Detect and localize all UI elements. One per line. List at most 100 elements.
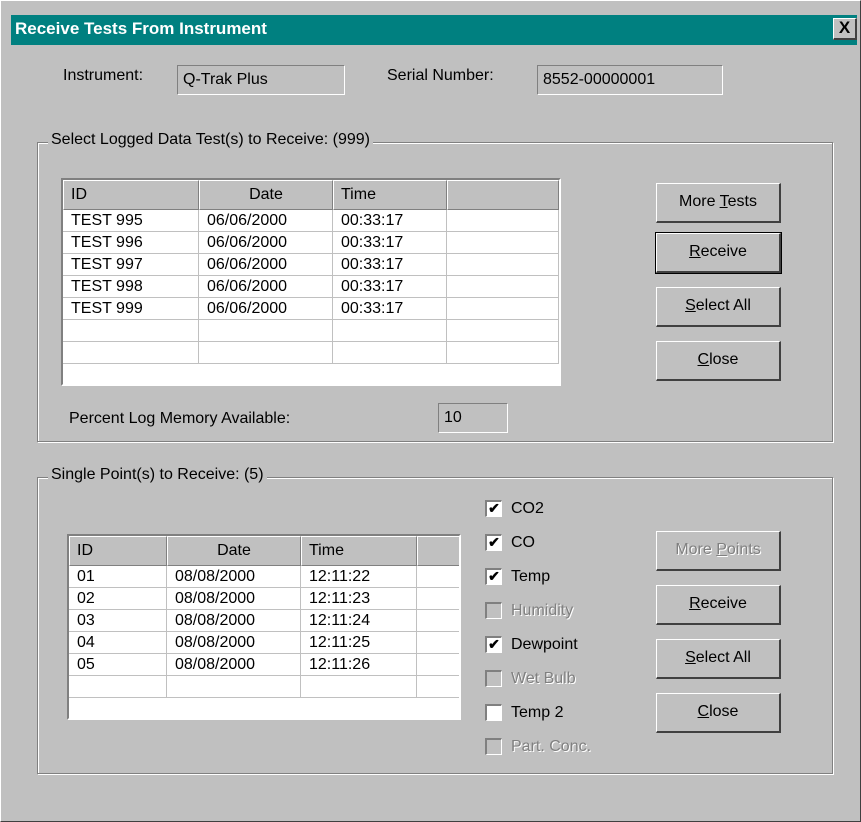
table-cell: 00:33:17	[333, 298, 447, 320]
column-header-id[interactable]: ID	[69, 536, 167, 566]
table-row[interactable]	[69, 676, 459, 698]
table-cell: 00:33:17	[333, 254, 447, 276]
column-header-time[interactable]: Time	[333, 180, 447, 210]
table-cell: 06/06/2000	[199, 276, 333, 298]
close-tests-button[interactable]: Close	[656, 341, 781, 381]
table-cell	[199, 342, 333, 364]
table-cell: 02	[69, 588, 167, 610]
memory-value-field: 10	[438, 403, 508, 433]
checkmark-icon[interactable]: ✔	[485, 636, 502, 653]
table-row[interactable]	[63, 342, 559, 364]
instrument-label: Instrument:	[63, 67, 144, 84]
table-cell	[301, 676, 417, 698]
checkbox-box[interactable]	[485, 738, 502, 755]
checkmark-icon[interactable]: ✔	[485, 568, 502, 585]
table-cell	[417, 610, 459, 632]
table-cell: 03	[69, 610, 167, 632]
window-title: Receive Tests From Instrument	[15, 19, 267, 38]
table-cell	[63, 320, 199, 342]
table-row[interactable]: 03 08/08/2000 12:11:24	[69, 610, 459, 632]
table-cell: 00:33:17	[333, 232, 447, 254]
select-all-points-button[interactable]: Select All	[656, 639, 781, 679]
table-cell	[63, 342, 199, 364]
checkmark-icon[interactable]: ✔	[485, 500, 502, 517]
table-cell: 08/08/2000	[167, 654, 301, 676]
table-cell	[447, 298, 559, 320]
table-cell	[447, 342, 559, 364]
column-header-date[interactable]: Date	[167, 536, 301, 566]
table-cell: 12:11:26	[301, 654, 417, 676]
table-row[interactable]: TEST 999 06/06/2000 00:33:17	[63, 298, 559, 320]
table-cell	[333, 320, 447, 342]
table-cell	[69, 676, 167, 698]
table-cell: 08/08/2000	[167, 610, 301, 632]
table-row[interactable]: 04 08/08/2000 12:11:25	[69, 632, 459, 654]
close-icon[interactable]: X	[833, 18, 857, 40]
table-row[interactable]: TEST 996 06/06/2000 00:33:17	[63, 232, 559, 254]
table-cell: TEST 998	[63, 276, 199, 298]
column-header-time[interactable]: Time	[301, 536, 417, 566]
more-points-button[interactable]: More Points	[656, 531, 781, 571]
checkbox-label: Temp 2	[511, 704, 564, 721]
checkbox-label: Part. Conc.	[511, 738, 592, 755]
close-points-button[interactable]: Close	[656, 693, 781, 733]
column-header-blank[interactable]	[417, 536, 459, 566]
column-header-id[interactable]: ID	[63, 180, 199, 210]
table-cell: 06/06/2000	[199, 298, 333, 320]
table-cell	[417, 676, 459, 698]
table-cell	[333, 342, 447, 364]
table-cell	[447, 210, 559, 232]
receive-points-button[interactable]: Receive	[656, 585, 781, 625]
table-cell: 06/06/2000	[199, 210, 333, 232]
table-cell: 12:11:24	[301, 610, 417, 632]
logged-data-group-label: Select Logged Data Test(s) to Receive: (…	[48, 131, 373, 149]
table-header: ID Date Time	[69, 536, 459, 566]
checkbox-box[interactable]	[485, 704, 502, 721]
table-row[interactable]: 05 08/08/2000 12:11:26	[69, 654, 459, 676]
table-row[interactable]	[63, 320, 559, 342]
table-cell	[417, 632, 459, 654]
table-cell: 12:11:22	[301, 566, 417, 588]
table-row[interactable]: 01 08/08/2000 12:11:22	[69, 566, 459, 588]
table-cell	[199, 320, 333, 342]
table-cell: 08/08/2000	[167, 566, 301, 588]
checkbox-label: CO2	[511, 500, 544, 517]
table-cell: TEST 997	[63, 254, 199, 276]
table-cell	[417, 588, 459, 610]
table-cell: 08/08/2000	[167, 588, 301, 610]
table-cell	[447, 320, 559, 342]
table-cell	[447, 254, 559, 276]
table-cell: TEST 995	[63, 210, 199, 232]
table-cell: 06/06/2000	[199, 254, 333, 276]
table-cell: 05	[69, 654, 167, 676]
checkbox-box[interactable]	[485, 602, 502, 619]
column-header-blank[interactable]	[447, 180, 559, 210]
table-cell: TEST 999	[63, 298, 199, 320]
checkbox-label: Humidity	[511, 602, 574, 619]
more-tests-button[interactable]: More Tests	[656, 183, 781, 223]
table-cell: 06/06/2000	[199, 232, 333, 254]
table-cell	[417, 654, 459, 676]
title-bar[interactable]: Receive Tests From Instrument X	[11, 15, 857, 45]
column-header-date[interactable]: Date	[199, 180, 333, 210]
receive-tests-button[interactable]: Receive	[655, 232, 782, 274]
single-points-group-label: Single Point(s) to Receive: (5)	[48, 466, 267, 484]
table-row[interactable]: TEST 997 06/06/2000 00:33:17	[63, 254, 559, 276]
table-header: ID Date Time	[63, 180, 559, 210]
logged-tests-table[interactable]: ID Date Time TEST 995 06/06/2000 00:33:17 T…	[61, 178, 561, 386]
table-cell: 00:33:17	[333, 210, 447, 232]
instrument-field: Q-Trak Plus	[177, 65, 345, 95]
table-cell: 04	[69, 632, 167, 654]
checkbox-label: CO	[511, 534, 535, 551]
checkmark-icon[interactable]: ✔	[485, 534, 502, 551]
table-cell: TEST 996	[63, 232, 199, 254]
table-cell: 12:11:23	[301, 588, 417, 610]
select-all-tests-button[interactable]: Select All	[656, 287, 781, 327]
table-cell: 01	[69, 566, 167, 588]
table-row[interactable]: TEST 995 06/06/2000 00:33:17	[63, 210, 559, 232]
table-row[interactable]: 02 08/08/2000 12:11:23	[69, 588, 459, 610]
single-points-table[interactable]: ID Date Time 01 08/08/2000 12:11:22 02 08/08…	[67, 534, 461, 720]
checkbox-box[interactable]	[485, 670, 502, 687]
table-row[interactable]: TEST 998 06/06/2000 00:33:17	[63, 276, 559, 298]
table-cell	[447, 232, 559, 254]
